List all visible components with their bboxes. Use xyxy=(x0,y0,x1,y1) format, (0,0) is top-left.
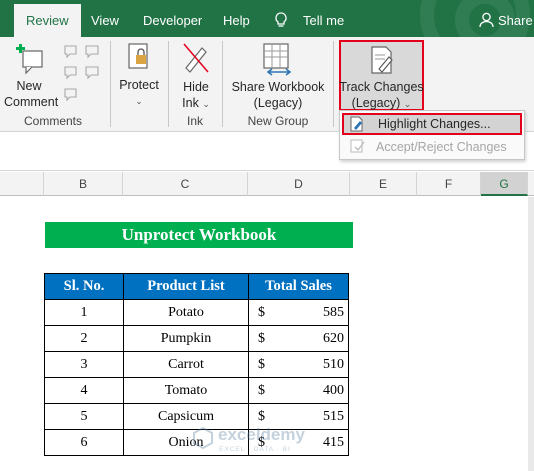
cell-sl[interactable]: 6 xyxy=(44,429,124,456)
ribbon-tab-bar: Review View Developer Help Tell me Share xyxy=(0,0,534,70)
sales-value: 620 xyxy=(323,331,344,346)
chevron-down-icon: ⌄ xyxy=(202,99,210,109)
share-workbook-label-1: Share Workbook xyxy=(231,80,325,94)
share-button[interactable]: Share xyxy=(498,0,533,37)
share-workbook-label-2: (Legacy) xyxy=(253,96,303,110)
table-row: 1 Potato $585 xyxy=(44,299,349,326)
cell-product[interactable]: Pumpkin xyxy=(123,325,249,352)
sales-value: 510 xyxy=(323,357,344,372)
track-changes-label: Track Changes (Legacy) ⌄ xyxy=(339,79,424,112)
watermark-tagline: EXCEL · DATA · BI xyxy=(219,446,291,453)
currency-symbol: $ xyxy=(258,357,265,372)
group-separator xyxy=(168,41,169,127)
protect-button[interactable]: Protect ⌄ xyxy=(114,77,164,109)
hide-ink-button[interactable]: Hide Ink ⌄ xyxy=(174,79,218,112)
cell-sl[interactable]: 1 xyxy=(44,299,124,326)
tab-view[interactable]: View xyxy=(91,0,119,37)
cell-product[interactable]: Potato xyxy=(123,299,249,326)
new-comment-button[interactable]: New Comment xyxy=(4,78,59,110)
column-header-f[interactable]: F xyxy=(417,172,481,196)
sheet-title-banner: Unprotect Workbook xyxy=(45,222,353,248)
column-header-d[interactable]: D xyxy=(248,172,350,196)
highlight-changes-label: Highlight Changes... xyxy=(378,117,491,131)
tab-help[interactable]: Help xyxy=(223,0,250,37)
group-separator xyxy=(333,41,334,127)
cell-sales[interactable]: $620 xyxy=(248,325,349,352)
watermark-name: exceldemy xyxy=(218,425,305,444)
new-comment-icon xyxy=(14,43,44,80)
cell-product[interactable]: Carrot xyxy=(123,351,249,378)
currency-symbol: $ xyxy=(258,331,265,346)
column-header-e[interactable]: E xyxy=(350,172,417,196)
column-header-b[interactable]: B xyxy=(44,172,123,196)
column-header-g[interactable]: G xyxy=(481,172,528,196)
ink-group-label: Ink xyxy=(186,114,203,128)
vertical-scrollbar[interactable] xyxy=(528,197,534,471)
table-row: 3 Carrot $510 xyxy=(44,351,349,378)
header-total-sales[interactable]: Total Sales xyxy=(248,273,349,300)
cell-sales[interactable]: $510 xyxy=(248,351,349,378)
comments-group-label: Comments xyxy=(23,114,82,128)
track-changes-label-2: (Legacy) xyxy=(351,96,401,110)
accept-reject-icon xyxy=(350,139,365,153)
protect-label: Protect xyxy=(119,78,159,92)
lightbulb-icon xyxy=(274,12,288,32)
track-changes-icon xyxy=(369,45,395,78)
header-sl-no[interactable]: Sl. No. xyxy=(44,273,124,300)
share-workbook-button[interactable]: Share Workbook (Legacy) xyxy=(228,79,328,111)
cell-sales[interactable]: $585 xyxy=(248,299,349,326)
column-header-c[interactable]: C xyxy=(123,172,248,196)
highlight-changes-menu-item[interactable]: Highlight Changes... xyxy=(342,113,522,135)
track-changes-button[interactable]: Track Changes (Legacy) ⌄ xyxy=(339,40,424,111)
table-row: 2 Pumpkin $620 xyxy=(44,325,349,352)
comment-small-buttons xyxy=(62,43,106,112)
column-headers: B C D E F G xyxy=(0,172,534,196)
cell-sl[interactable]: 4 xyxy=(44,377,124,404)
table-header-row: Sl. No. Product List Total Sales xyxy=(44,273,349,300)
cell-sl[interactable]: 2 xyxy=(44,325,124,352)
accept-reject-label: Accept/Reject Changes xyxy=(376,140,507,154)
track-changes-menu: Highlight Changes... Accept/Reject Chang… xyxy=(339,110,525,160)
tell-me-search[interactable]: Tell me xyxy=(303,0,344,37)
cell-product[interactable]: Tomato xyxy=(123,377,249,404)
sales-value: 400 xyxy=(323,383,344,398)
hide-ink-label-1: Hide xyxy=(183,80,209,94)
cell-sl[interactable]: 5 xyxy=(44,403,124,430)
chevron-down-icon: ⌄ xyxy=(135,96,143,106)
group-separator xyxy=(222,41,223,127)
accept-reject-menu-item[interactable]: Accept/Reject Changes xyxy=(342,136,522,158)
person-icon xyxy=(479,12,494,31)
sales-value: 585 xyxy=(323,305,344,320)
track-changes-label-1: Track Changes xyxy=(339,80,424,94)
tab-developer[interactable]: Developer xyxy=(143,0,202,37)
cell-sales[interactable]: $400 xyxy=(248,377,349,404)
protect-icon xyxy=(127,42,151,75)
currency-symbol: $ xyxy=(258,383,265,398)
exceldemy-watermark: exceldemy EXCEL · DATA · BI xyxy=(188,423,368,463)
group-separator xyxy=(110,41,111,127)
header-product-list[interactable]: Product List xyxy=(123,273,249,300)
chevron-down-icon: ⌄ xyxy=(403,99,412,109)
share-workbook-icon xyxy=(262,42,294,79)
tab-review[interactable]: Review xyxy=(14,4,81,37)
exceldemy-logo-icon xyxy=(193,427,213,449)
table-row: 4 Tomato $400 xyxy=(44,377,349,404)
new-group-label: New Group xyxy=(247,114,309,128)
cell-sl[interactable]: 3 xyxy=(44,351,124,378)
currency-symbol: $ xyxy=(258,305,265,320)
hide-ink-label-2: Ink xyxy=(182,96,199,110)
highlight-changes-icon xyxy=(350,116,364,132)
new-comment-label-1: New xyxy=(16,79,42,93)
hide-ink-icon xyxy=(182,42,210,77)
select-all-corner[interactable] xyxy=(0,172,44,196)
new-comment-label-2: Comment xyxy=(4,95,59,109)
